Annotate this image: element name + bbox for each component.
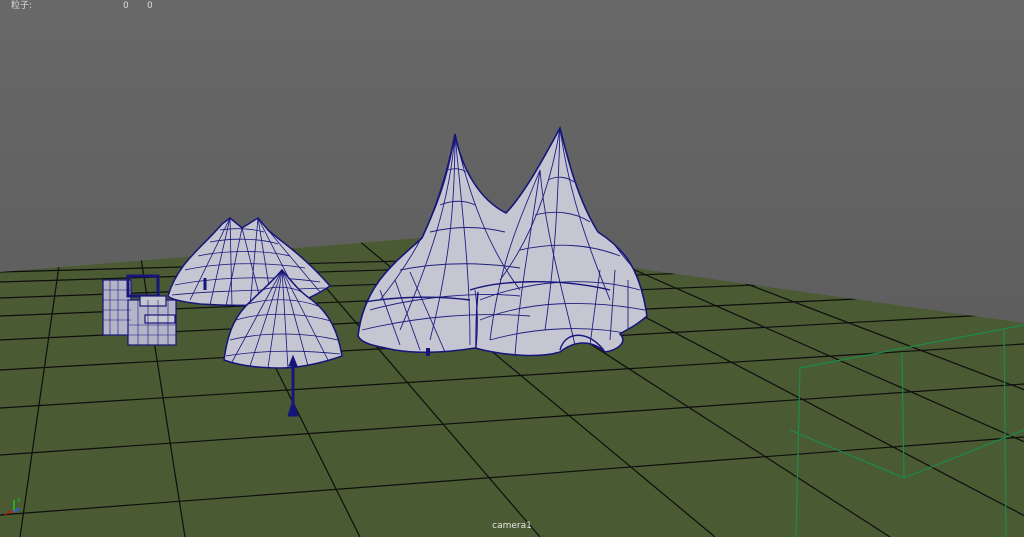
- particle-count-value: 0: [123, 1, 129, 11]
- axis-gizmo: y x: [4, 494, 28, 522]
- 3d-viewport[interactable]: 粒子: 0 0 y x camera1: [0, 0, 1024, 537]
- z-axis-line: [13, 507, 21, 513]
- y-axis-label: y: [17, 496, 21, 503]
- particle-count-value-2: 0: [147, 1, 153, 11]
- scene-canvas[interactable]: [0, 0, 1024, 537]
- x-axis-label: x: [4, 511, 8, 518]
- particles-label: 粒子:: [11, 1, 33, 11]
- left-tent[interactable]: [167, 217, 332, 307]
- camera-name-label: camera1: [492, 521, 532, 531]
